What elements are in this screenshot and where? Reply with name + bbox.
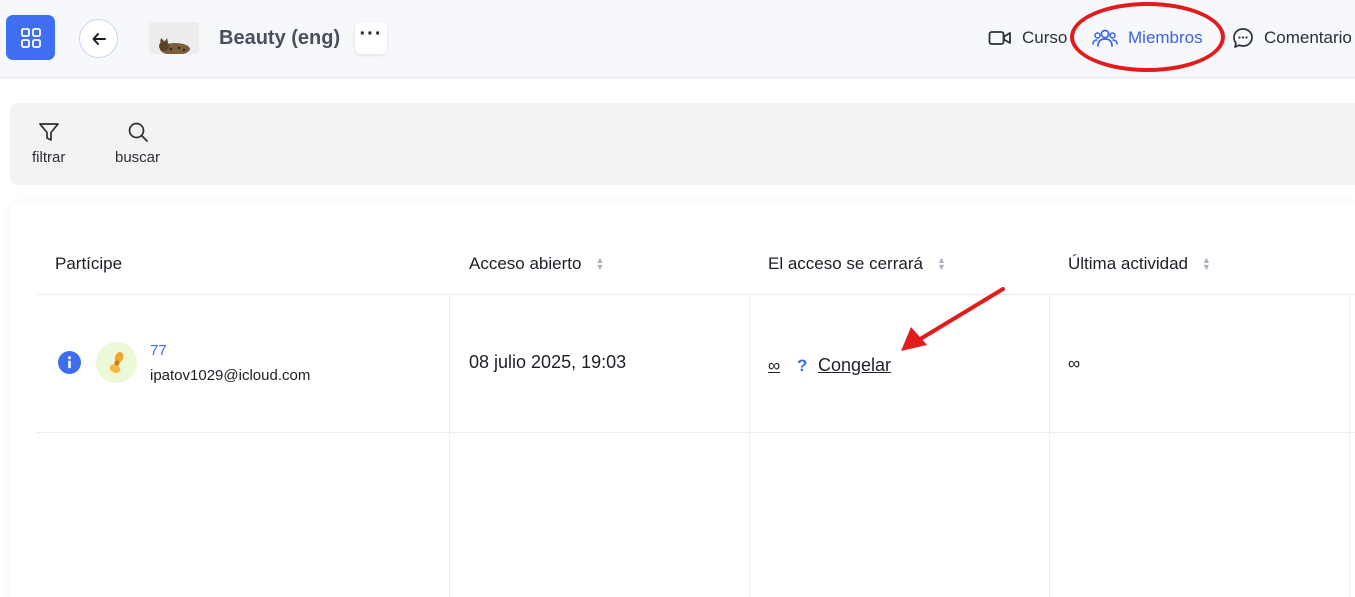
apps-menu-button[interactable] <box>6 15 55 60</box>
divider <box>36 294 1355 295</box>
back-button[interactable] <box>79 19 118 58</box>
close-access-value[interactable]: ∞ <box>768 356 780 376</box>
course-thumbnail <box>149 22 199 54</box>
column-header-participant[interactable]: Partícipe <box>55 254 122 274</box>
column-header-open-access[interactable]: Acceso abierto ▲ ▼ <box>469 254 604 274</box>
annotation-circle <box>1070 2 1225 72</box>
column-header-last-activity[interactable]: Última actividad ▲ ▼ <box>1068 254 1211 274</box>
divider <box>749 295 750 597</box>
arrow-left-icon <box>92 32 106 45</box>
divider <box>1349 295 1350 597</box>
apps-grid-icon <box>20 27 41 48</box>
freeze-link[interactable]: Congelar <box>818 355 891 376</box>
last-activity-value: ∞ <box>1068 354 1081 373</box>
info-icon[interactable] <box>58 351 81 374</box>
filter-label: filtrar <box>32 149 66 166</box>
open-access-date: 08 julio 2025, 19:03 <box>469 352 627 372</box>
search-label: buscar <box>115 149 161 166</box>
tab-curso-label: Curso <box>1022 28 1068 47</box>
course-title: Beauty (eng) <box>219 27 341 49</box>
comment-icon <box>1233 28 1253 48</box>
divider <box>449 295 450 597</box>
filter-toolbar: filtrar buscar <box>10 103 1355 185</box>
page: Beauty (eng) ··· Curso Miembros Comentar… <box>0 0 1355 597</box>
divider <box>36 432 1355 433</box>
more-icon: ··· <box>359 23 383 45</box>
member-name-link[interactable]: 77 <box>150 342 167 359</box>
more-options-button[interactable]: ··· <box>355 22 387 54</box>
filter-button[interactable]: filtrar <box>32 121 65 166</box>
tab-comentarios[interactable]: Comentario <box>1232 24 1352 52</box>
sort-icon: ▲ ▼ <box>1202 255 1211 272</box>
member-email: ipatov1029@icloud.com <box>150 367 311 384</box>
divider <box>1049 295 1050 597</box>
video-icon <box>988 31 1011 45</box>
search-button[interactable]: buscar <box>115 121 160 166</box>
tab-curso[interactable]: Curso <box>988 24 1067 52</box>
annotation-arrow <box>901 287 1005 351</box>
tab-comentarios-label: Comentario <box>1264 28 1352 47</box>
search-icon <box>128 122 148 142</box>
help-icon[interactable]: ? <box>797 356 807 376</box>
top-bar: Beauty (eng) ··· Curso Miembros Comentar… <box>0 0 1355 78</box>
filter-icon <box>38 123 59 141</box>
sort-icon: ▲ ▼ <box>595 255 605 272</box>
sort-icon: ▲ ▼ <box>936 255 946 272</box>
column-header-close-access[interactable]: El acceso se cerrará ▲ ▼ <box>768 254 946 274</box>
avatar <box>96 342 137 383</box>
flower-avatar-icon <box>109 351 123 373</box>
